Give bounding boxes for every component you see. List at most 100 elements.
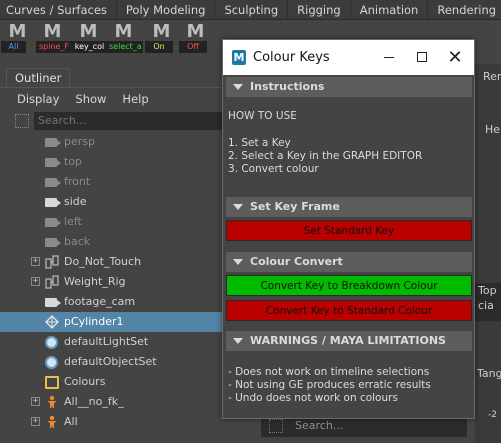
list-item-label: side — [64, 195, 87, 208]
colour-keys-window: M Colour Keys ✕ Instructions HOW TO USE … — [222, 39, 475, 419]
instruction-step: 1. Set a Key — [228, 137, 291, 149]
tab-sculpting[interactable]: Sculpting — [215, 0, 289, 20]
list-item-label: front — [64, 175, 91, 188]
list-item-left[interactable]: left — [0, 212, 255, 232]
menu-help[interactable]: Help — [114, 88, 156, 110]
camera-icon — [45, 295, 61, 309]
convert-standard-button[interactable]: Convert Key to Standard Colour — [226, 300, 472, 321]
menu-display[interactable]: Display — [0, 88, 67, 110]
colours-icon — [45, 375, 59, 389]
close-icon: ✕ — [447, 47, 463, 68]
search-options-icon[interactable] — [269, 419, 283, 433]
camera-icon — [45, 215, 61, 229]
list-item-weight-rig[interactable]: + Weight_Rig — [0, 272, 255, 292]
convert-breakdown-button[interactable]: Convert Key to Breakdown Colour — [226, 275, 472, 296]
list-item-default-object-set[interactable]: defaultObjectSet — [0, 352, 255, 372]
menu-show[interactable]: Show — [67, 88, 114, 110]
tab-curves-surfaces[interactable]: Curves / Surfaces — [0, 0, 117, 20]
list-item-label: persp — [64, 135, 95, 148]
warning-line: - Does not work on timeline selections — [228, 366, 430, 378]
list-item-label: All__no_fk_ — [64, 395, 124, 408]
list-item-label: Weight_Rig — [64, 275, 126, 288]
warning-line: - Undo does not work on colours — [228, 392, 398, 404]
section-title: Set Key Frame — [250, 200, 340, 213]
maya-icon: M — [8, 21, 27, 42]
list-item-all-no-fk[interactable]: + All__no_fk_ — [0, 392, 255, 412]
outliner-tab[interactable]: Outliner — [6, 68, 70, 88]
shelf-button-spine[interactable]: M spine_F — [36, 23, 72, 54]
tab-animation[interactable]: Animation — [351, 0, 429, 20]
group-icon — [45, 275, 59, 289]
list-item-side[interactable]: side — [0, 192, 255, 212]
list-item-label: defaultLightSet — [64, 335, 149, 348]
list-item-label: top — [64, 155, 83, 168]
list-item-front[interactable]: front — [0, 172, 255, 192]
camera-icon — [45, 235, 61, 249]
minimize-button[interactable] — [373, 40, 405, 75]
close-button[interactable]: ✕ — [439, 40, 471, 75]
outliner-search-input[interactable] — [34, 112, 224, 130]
maximize-icon — [417, 52, 427, 62]
background-tab-label: Ren — [483, 70, 501, 83]
list-item-all[interactable]: + All — [0, 412, 255, 432]
outliner-search-bar — [0, 110, 255, 132]
list-item-do-not-touch[interactable]: + Do_Not_Touch — [0, 252, 255, 272]
list-item-label: Colours — [64, 375, 106, 388]
tab-rigging[interactable]: Rigging — [288, 0, 351, 20]
list-item-footage-cam[interactable]: footage_cam — [0, 292, 255, 312]
list-item-colours[interactable]: Colours — [0, 372, 255, 392]
warning-line: - Not using GE produces erratic results — [228, 379, 431, 391]
mesh-icon — [45, 315, 59, 329]
list-item-label: footage_cam — [64, 295, 136, 308]
list-item-top[interactable]: top — [0, 152, 255, 172]
window-title-bar[interactable]: M Colour Keys ✕ — [223, 40, 474, 75]
minimize-icon — [384, 56, 394, 58]
background-panel — [475, 64, 501, 443]
list-item-label: left — [64, 215, 82, 228]
collapse-triangle-icon — [233, 259, 243, 265]
background-menu-label: He — [485, 123, 501, 136]
background-text: -2 — [488, 410, 497, 420]
outliner-panel: Outliner Display Show Help persp top fro… — [0, 64, 255, 443]
camera-icon — [45, 175, 61, 189]
expand-icon[interactable]: + — [31, 397, 40, 406]
instruction-step: 3. Convert colour — [228, 163, 319, 175]
set-icon — [45, 335, 59, 349]
list-item-pcylinder1[interactable]: pCylinder1 — [0, 312, 255, 332]
expand-icon[interactable]: + — [31, 257, 40, 266]
tab-rendering[interactable]: Rendering — [428, 0, 501, 20]
search-options-icon[interactable] — [15, 114, 29, 128]
list-item-default-light-set[interactable]: defaultLightSet — [0, 332, 255, 352]
camera-icon — [45, 155, 61, 169]
maya-icon: M — [152, 21, 171, 42]
section-title: Instructions — [250, 80, 325, 93]
shelf-button-label: select_a — [107, 41, 143, 53]
section-title: WARNINGS / MAYA LIMITATIONS — [250, 334, 446, 347]
expand-icon[interactable]: + — [31, 277, 40, 286]
section-header-set-key-frame[interactable]: Set Key Frame — [226, 197, 472, 217]
list-item-persp[interactable]: persp — [0, 132, 255, 152]
tab-poly-modeling[interactable]: Poly Modeling — [117, 0, 216, 20]
list-item-label: Do_Not_Touch — [64, 255, 142, 268]
menu-tab-bar: Curves / Surfaces Poly Modeling Sculptin… — [0, 0, 501, 20]
camera-icon — [45, 195, 61, 209]
maximize-button[interactable] — [406, 40, 438, 75]
section-header-warnings[interactable]: WARNINGS / MAYA LIMITATIONS — [226, 331, 472, 351]
shelf-button-all[interactable]: M All — [1, 23, 33, 54]
section-header-colour-convert[interactable]: Colour Convert — [226, 252, 472, 272]
set-icon — [45, 355, 59, 369]
section-header-instructions[interactable]: Instructions — [226, 77, 472, 97]
shelf-button-off[interactable]: M Off — [179, 23, 211, 54]
background-text: Tang — [477, 367, 501, 380]
list-item-back[interactable]: back — [0, 232, 255, 252]
shelf-button-select-all[interactable]: M select_a — [107, 23, 143, 54]
shelf-button-label: Off — [179, 41, 207, 53]
shelf-button-label: key_col — [72, 41, 107, 53]
shelf-button-on[interactable]: M On — [145, 23, 177, 54]
expand-icon[interactable]: + — [31, 417, 40, 426]
collapse-triangle-icon — [233, 204, 243, 210]
set-standard-key-button[interactable]: Set Standard Key — [226, 220, 472, 241]
list-item-label: All — [64, 415, 78, 428]
shelf-button-key-col[interactable]: M key_col — [72, 23, 107, 54]
collapse-triangle-icon — [233, 338, 243, 344]
